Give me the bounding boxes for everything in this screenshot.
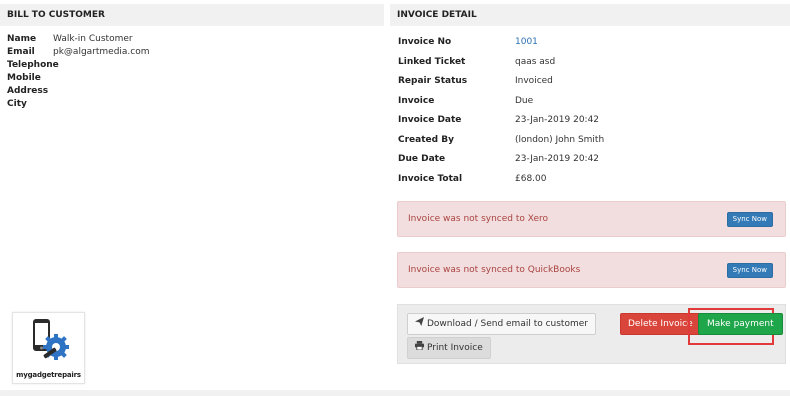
invoice-no-label: Invoice No [398, 37, 452, 47]
xero-sync-now-button[interactable]: Sync Now [726, 212, 773, 227]
invoice-actions-panel: Download / Send email to customer Print … [397, 304, 786, 364]
xero-sync-alert-text: Invoice was not synced to Xero [408, 214, 549, 224]
customer-email-label: Email [7, 47, 35, 57]
due-date-label: Due Date [398, 154, 446, 164]
customer-address-label: Address [7, 86, 49, 96]
customer-telephone-label: Telephone [7, 60, 59, 70]
customer-email-value: pk@algartmedia.com [53, 47, 150, 57]
invoice-status-value: Due [515, 95, 534, 106]
created-by-row: Created By (london) John Smith [398, 131, 604, 151]
invoice-status-label: Invoice [398, 95, 435, 106]
customer-email-row: Email pk@algartmedia.com [7, 46, 150, 59]
print-invoice-label: Print Invoice [427, 343, 483, 353]
repair-status-row: Repair Status Invoiced [398, 72, 604, 92]
customer-telephone-row: Telephone [7, 59, 150, 72]
repair-status-value: Invoiced [515, 76, 553, 86]
mygadgetrepairs-logo: mygadgetrepairs [12, 312, 85, 384]
created-by-label: Created By [398, 134, 454, 145]
logo-text: mygadgetrepairs [16, 371, 81, 379]
customer-details: Name Walk-in Customer Email pk@algartmed… [7, 33, 150, 111]
paper-plane-icon [415, 314, 424, 334]
repair-status-label: Repair Status [398, 76, 468, 86]
customer-name-value: Walk-in Customer [53, 34, 133, 44]
customer-mobile-row: Mobile [7, 72, 150, 85]
footer-strip [0, 390, 790, 396]
invoice-total-value: £68.00 [515, 173, 547, 184]
invoice-date-value: 23-Jan-2019 20:42 [515, 115, 600, 125]
download-send-email-button[interactable]: Download / Send email to customer [407, 313, 596, 335]
invoice-details: Invoice No 1001 Linked Ticket qaas asd R… [398, 33, 604, 189]
invoice-no-row: Invoice No 1001 [398, 33, 604, 53]
linked-ticket-value: qaas asd [515, 56, 556, 67]
invoice-date-row: Invoice Date 23-Jan-2019 20:42 [398, 111, 604, 131]
linked-ticket-label: Linked Ticket [398, 56, 466, 67]
customer-city-row: City [7, 98, 150, 111]
quickbooks-sync-now-button[interactable]: Sync Now [726, 263, 773, 278]
print-icon [415, 338, 424, 358]
customer-name-label: Name [7, 34, 37, 44]
linked-ticket-row: Linked Ticket qaas asd [398, 53, 604, 73]
created-by-value: (london) John Smith [515, 134, 605, 145]
xero-sync-alert: Invoice was not synced to Xero Sync Now [397, 201, 786, 237]
due-date-row: Due Date 23-Jan-2019 20:42 [398, 150, 604, 170]
invoice-date-label: Invoice Date [398, 115, 462, 125]
invoice-no-link[interactable]: 1001 [515, 33, 538, 53]
invoice-status-row: Invoice Due [398, 92, 604, 112]
customer-name-row: Name Walk-in Customer [7, 33, 150, 46]
quickbooks-sync-alert: Invoice was not synced to QuickBooks Syn… [397, 252, 786, 288]
download-send-email-label: Download / Send email to customer [427, 319, 588, 329]
customer-address-row: Address [7, 85, 150, 98]
customer-mobile-label: Mobile [7, 73, 41, 83]
print-invoice-button[interactable]: Print Invoice [407, 337, 491, 359]
quickbooks-sync-alert-text: Invoice was not synced to QuickBooks [408, 265, 581, 275]
invoice-detail-heading: INVOICE DETAIL [390, 4, 790, 26]
bill-to-heading: BILL TO CUSTOMER [0, 4, 384, 26]
invoice-total-label: Invoice Total [398, 173, 463, 184]
phone-gear-icon [33, 319, 69, 360]
make-payment-button[interactable]: Make payment [698, 313, 783, 335]
customer-city-label: City [7, 99, 27, 109]
due-date-value: 23-Jan-2019 20:42 [515, 154, 600, 164]
invoice-total-row: Invoice Total £68.00 [398, 170, 604, 190]
